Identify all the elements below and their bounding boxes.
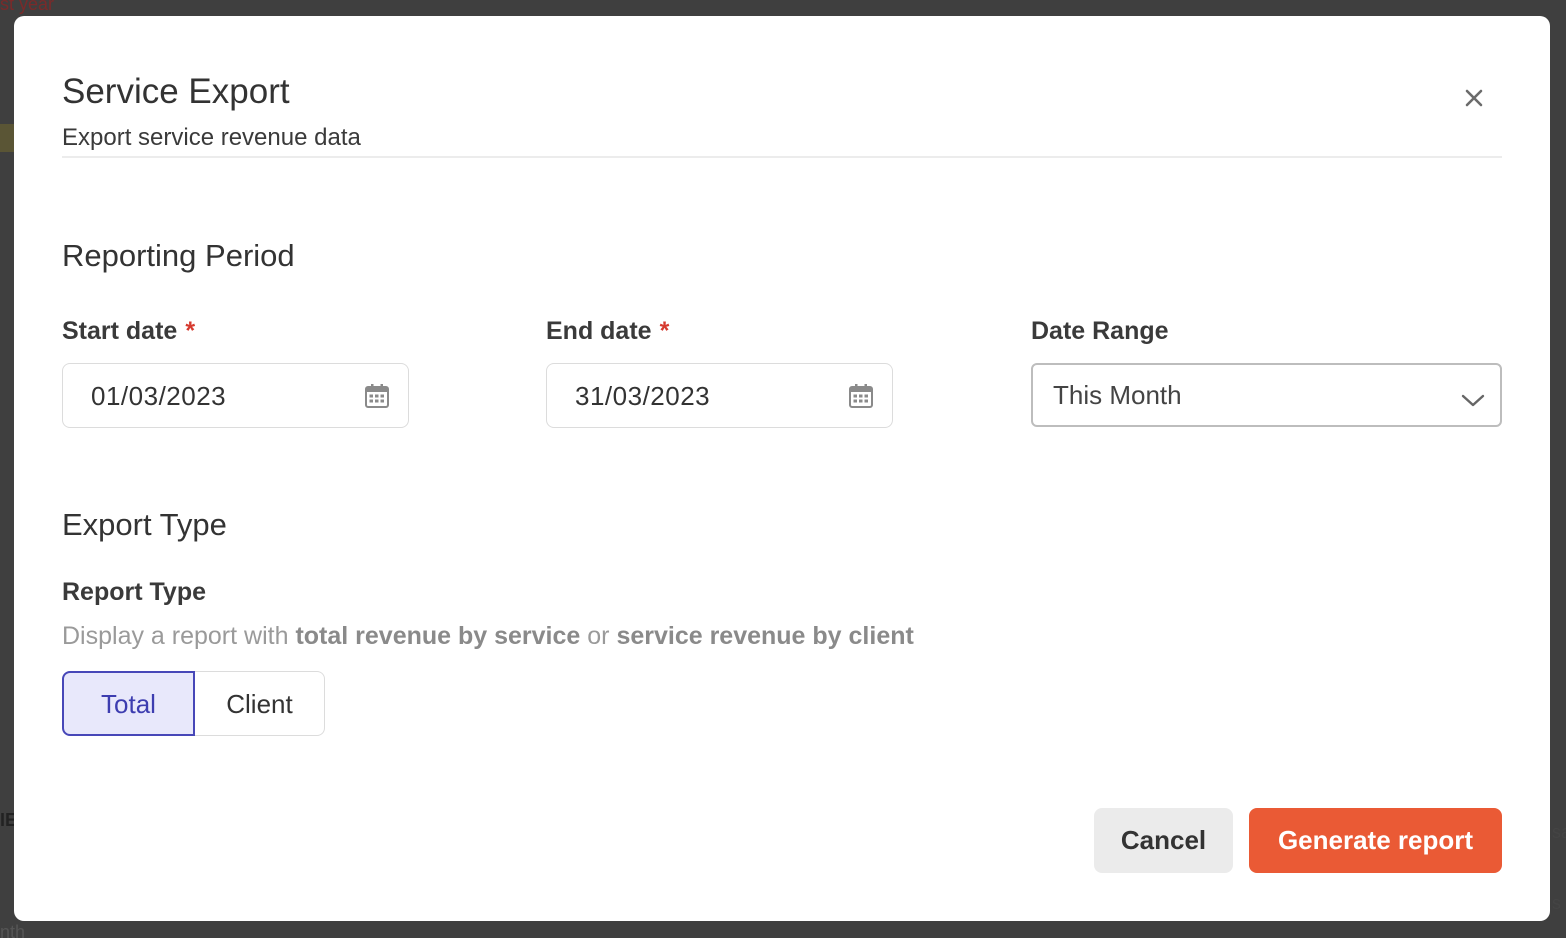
background-text-fragment: s bbox=[1552, 893, 1561, 913]
modal-title: Service Export bbox=[62, 72, 290, 111]
close-button[interactable] bbox=[1456, 80, 1492, 116]
required-mark: * bbox=[659, 317, 670, 345]
help-text-client-revenue: service revenue by client bbox=[616, 622, 914, 650]
required-mark: * bbox=[185, 317, 196, 345]
help-text-or: or bbox=[580, 622, 617, 650]
end-date-value: 31/03/2023 bbox=[575, 381, 711, 411]
chevron-down-icon bbox=[1461, 394, 1485, 407]
end-date-label: End date * bbox=[546, 315, 669, 347]
date-range-selected-value: This Month bbox=[1053, 380, 1182, 410]
date-range-label: Date Range bbox=[1031, 317, 1169, 345]
service-export-modal: Service Export Export service revenue da… bbox=[14, 16, 1550, 921]
background-text-fragment: nth bbox=[0, 922, 26, 938]
help-text-total-revenue: total revenue by service bbox=[295, 622, 581, 650]
modal-header: Service Export Export service revenue da… bbox=[62, 70, 1502, 158]
close-icon bbox=[1465, 89, 1483, 107]
start-date-label: Start date * bbox=[62, 315, 195, 347]
background-highlight-fragment bbox=[0, 124, 14, 152]
reporting-period-heading: Reporting Period bbox=[62, 238, 295, 273]
end-date-input[interactable]: 31/03/2023 bbox=[546, 363, 893, 428]
report-type-toggle: Total Client bbox=[62, 671, 325, 736]
report-type-label: Report Type bbox=[62, 578, 206, 606]
background-text-fragment: sa bbox=[1552, 822, 1566, 842]
start-date-value: 01/03/2023 bbox=[91, 381, 227, 411]
generate-report-button[interactable]: Generate report bbox=[1249, 808, 1502, 873]
export-type-heading: Export Type bbox=[62, 507, 227, 542]
report-type-total-option[interactable]: Total bbox=[62, 671, 195, 736]
report-type-client-option[interactable]: Client bbox=[195, 671, 325, 736]
start-date-input[interactable]: 01/03/2023 bbox=[62, 363, 409, 428]
start-date-label-text: Start date bbox=[62, 317, 178, 345]
background-text-fragment: st year bbox=[0, 0, 55, 14]
end-date-label-text: End date bbox=[546, 317, 652, 345]
cancel-button[interactable]: Cancel bbox=[1094, 808, 1233, 873]
help-text-prefix: Display a report with bbox=[62, 622, 296, 650]
date-range-select[interactable]: This Month bbox=[1031, 363, 1502, 427]
calendar-icon[interactable] bbox=[364, 383, 390, 409]
report-type-help-text: Display a report with total revenue by s… bbox=[62, 620, 914, 652]
modal-subtitle: Export service revenue data bbox=[62, 124, 361, 151]
calendar-icon[interactable] bbox=[848, 383, 874, 409]
